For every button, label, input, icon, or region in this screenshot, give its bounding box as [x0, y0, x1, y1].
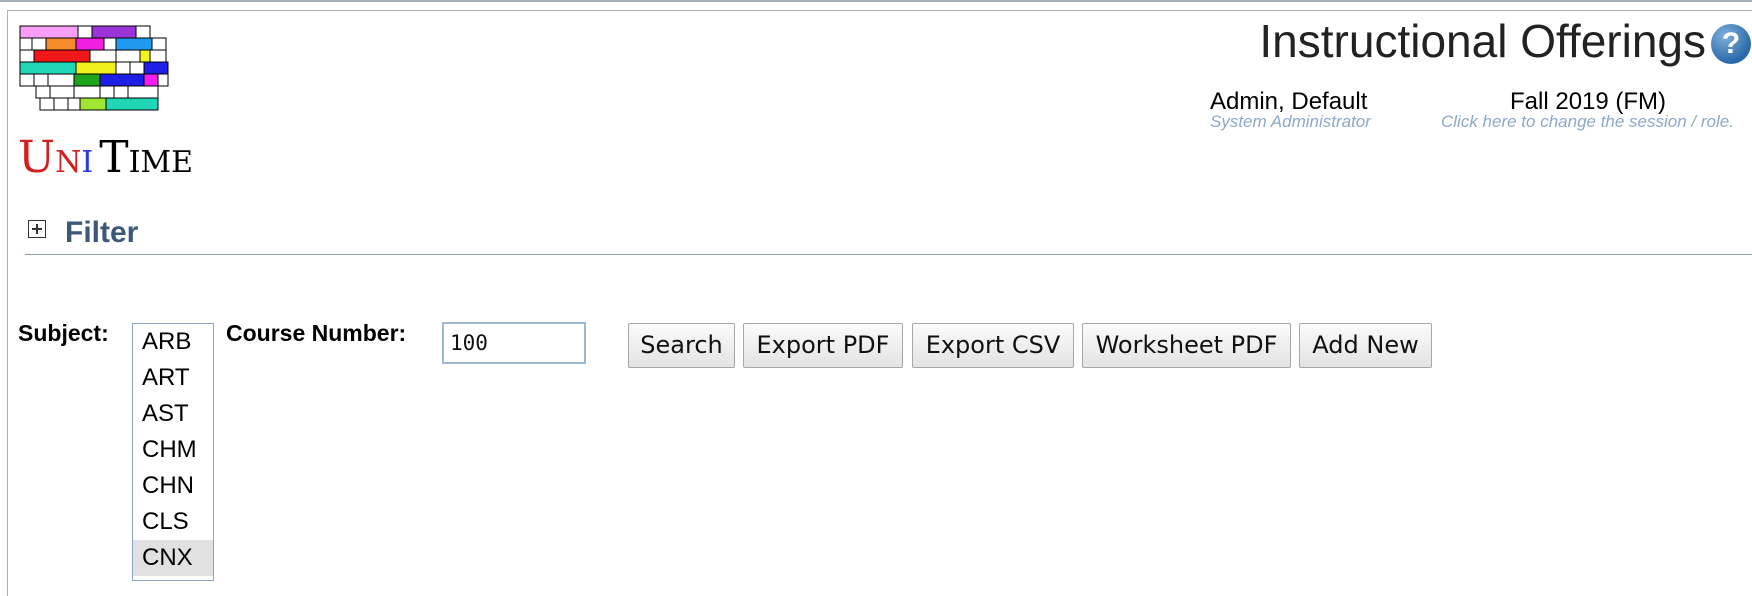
content-top-border — [7, 10, 1752, 11]
subject-option-selected[interactable]: CNX — [133, 540, 213, 576]
expand-filter-icon[interactable] — [28, 220, 46, 238]
add-new-button[interactable]: Add New — [1299, 323, 1432, 368]
content-left-border — [7, 10, 8, 596]
window-top-border — [0, 0, 1752, 2]
filter-header: Filter — [65, 216, 139, 249]
subject-option[interactable]: CHN — [133, 468, 213, 504]
subject-option[interactable]: AST — [133, 396, 213, 432]
subject-option[interactable]: ART — [133, 360, 213, 396]
subject-option[interactable]: CHM — [133, 432, 213, 468]
user-role: System Administrator — [1210, 112, 1371, 131]
export-csv-button[interactable]: Export CSV — [912, 323, 1074, 368]
filter-divider — [25, 254, 1752, 255]
export-pdf-button[interactable]: Export PDF — [743, 323, 903, 368]
worksheet-pdf-button[interactable]: Worksheet PDF — [1082, 323, 1291, 368]
course-number-input[interactable] — [442, 322, 586, 364]
course-number-label: Course Number: — [226, 320, 407, 346]
change-session-link[interactable]: Click here to change the session / role. — [1441, 112, 1752, 132]
subject-label: Subject: — [18, 320, 109, 346]
subject-option[interactable]: CLS — [133, 504, 213, 540]
subject-option[interactable]: ARB — [133, 324, 213, 360]
question-mark-icon[interactable]: ? — [1711, 24, 1751, 64]
subject-select[interactable]: ARB ART AST CHM CHN CLS CNX — [132, 323, 214, 581]
unitime-wordmark: UNI TIME — [18, 132, 194, 183]
search-button[interactable]: Search — [628, 323, 735, 368]
page-title: Instructional Offerings — [1259, 15, 1706, 67]
